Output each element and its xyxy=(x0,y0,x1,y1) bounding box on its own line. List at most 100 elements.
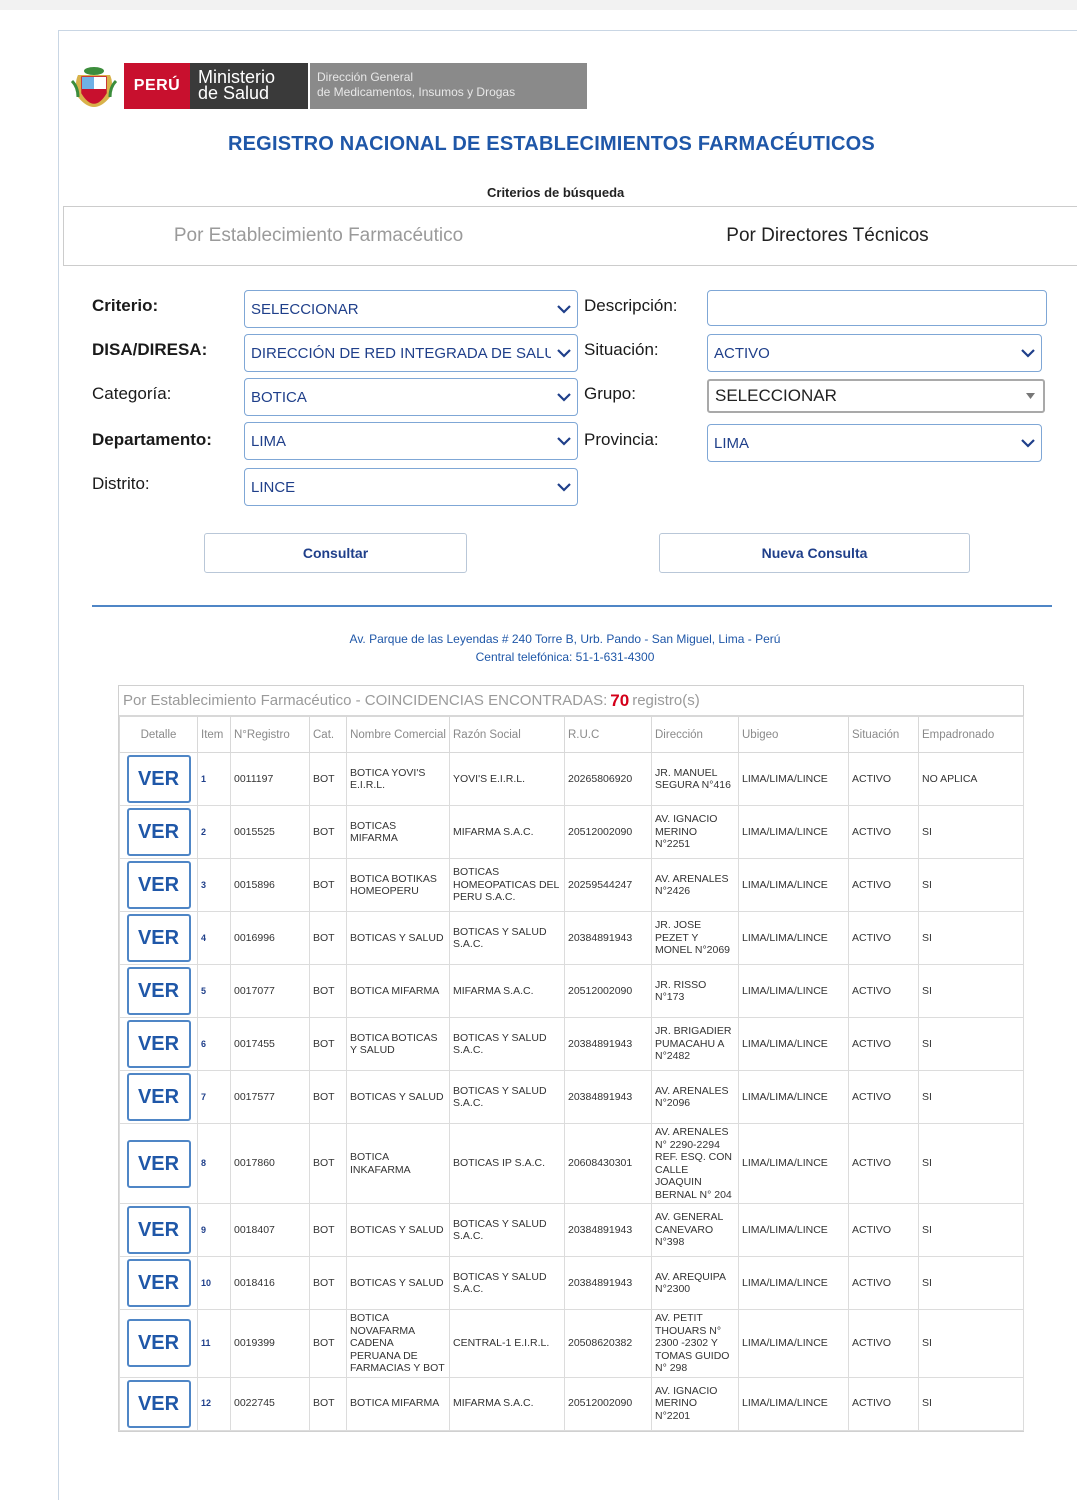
row-ubigeo: LIMA/LIMA/LINCE xyxy=(738,1309,849,1378)
criterio-select[interactable]: SELECCIONAR xyxy=(244,290,578,328)
row-ruc: 20608430301 xyxy=(564,1123,652,1204)
distrito-label: Distrito: xyxy=(92,474,150,493)
row-direccion: AV. IGNACIO MERINO N°2201 xyxy=(651,1376,739,1431)
row-ruc: 20259544247 xyxy=(564,858,652,912)
section-divider xyxy=(92,605,1052,607)
chevron-down-icon xyxy=(1015,348,1041,358)
row-empadronado: SI xyxy=(918,1309,1024,1378)
ver-button[interactable]: Ver xyxy=(126,1073,191,1121)
row-cat: BOT xyxy=(309,805,347,859)
distrito-value: LINCE xyxy=(251,478,296,496)
provincia-select[interactable]: LIMA xyxy=(707,424,1042,462)
row-registro: 0015525 xyxy=(230,805,310,859)
row-detail-cell: Ver xyxy=(119,1309,198,1378)
row-razon: MIFARMA S.A.C. xyxy=(449,964,565,1018)
row-item: 4 xyxy=(197,911,231,965)
table-row: Ver 1 0011197 BOT BOTICA YOVI'S E.I.R.L. YOVI… xyxy=(119,752,1024,806)
col-header: Cat. xyxy=(309,716,347,753)
ver-button[interactable]: Ver xyxy=(126,755,191,803)
row-situacion: ACTIVO xyxy=(848,1123,919,1204)
row-empadronado: SI xyxy=(918,1203,1024,1257)
row-ubigeo: LIMA/LIMA/LINCE xyxy=(738,858,849,912)
grupo-label: Grupo: xyxy=(584,384,636,403)
ver-button[interactable]: Ver xyxy=(126,861,191,909)
departamento-value: LIMA xyxy=(251,432,287,450)
col-header: Item xyxy=(197,716,231,753)
descripcion-input[interactable] xyxy=(707,290,1047,326)
tab-por-directores[interactable]: Por Directores Técnicos xyxy=(573,207,1077,265)
row-razon: BOTICAS HOMEOPATICAS DEL PERU S.A.C. xyxy=(449,858,565,912)
row-razon: BOTICAS Y SALUD S.A.C. xyxy=(449,1256,565,1310)
results-body: Ver 1 0011197 BOT BOTICA YOVI'S E.I.R.L. YOVI… xyxy=(119,752,1024,1431)
ver-button[interactable]: Ver xyxy=(126,808,191,856)
row-razon: MIFARMA S.A.C. xyxy=(449,805,565,859)
chevron-down-icon xyxy=(551,348,577,358)
row-registro: 0019399 xyxy=(230,1309,310,1378)
provincia-value: LIMA xyxy=(714,434,750,452)
row-registro: 0017455 xyxy=(230,1017,310,1071)
ver-button[interactable]: Ver xyxy=(126,967,191,1015)
table-row: Ver 4 0016996 BOT BOTICAS Y SALUD BOTICAS Y S… xyxy=(119,911,1024,965)
row-detail-cell: Ver xyxy=(119,911,198,965)
grupo-select[interactable]: SELECCIONAR xyxy=(707,379,1045,413)
row-empadronado: NO APLICA xyxy=(918,752,1024,806)
chevron-down-icon xyxy=(551,436,577,446)
row-nombre: BOTICAS Y SALUD xyxy=(346,1203,450,1257)
footer-phone: Central telefónica: 51-1-631-4300 xyxy=(475,650,655,664)
results-title-suffix: registro(s) xyxy=(632,692,700,709)
row-registro: 0017577 xyxy=(230,1070,310,1124)
ver-button[interactable]: Ver xyxy=(126,914,191,962)
disa-select[interactable]: DIRECCIÓN DE RED INTEGRADA DE SALUD LIMA… xyxy=(244,334,578,372)
row-cat: BOT xyxy=(309,752,347,806)
departamento-select[interactable]: LIMA xyxy=(244,422,578,460)
row-nombre: BOTICAS Y SALUD xyxy=(346,911,450,965)
ver-button[interactable]: Ver xyxy=(126,1319,191,1368)
row-situacion: ACTIVO xyxy=(848,1017,919,1071)
consultar-button[interactable]: Consultar xyxy=(204,533,467,573)
row-cat: BOT xyxy=(309,1376,347,1431)
row-item: 12 xyxy=(197,1376,231,1431)
situacion-select[interactable]: ACTIVO xyxy=(707,334,1042,372)
row-situacion: ACTIVO xyxy=(848,964,919,1018)
row-ruc: 20512002090 xyxy=(564,1376,652,1431)
row-nombre: BOTICA NOVAFARMA CADENA PERUANA DE FARMA… xyxy=(346,1309,450,1378)
criterio-label: Criterio: xyxy=(92,296,159,315)
row-empadronado: SI xyxy=(918,1017,1024,1071)
row-direccion: AV. ARENALES N°2426 xyxy=(651,858,739,912)
digemid-line1: Dirección General xyxy=(317,70,414,84)
tab-por-establecimiento[interactable]: Por Establecimiento Farmacéutico xyxy=(64,207,573,265)
row-detail-cell: Ver xyxy=(119,1376,198,1431)
row-ubigeo: LIMA/LIMA/LINCE xyxy=(738,911,849,965)
row-ruc: 20384891943 xyxy=(564,911,652,965)
ver-button[interactable]: Ver xyxy=(126,1139,191,1188)
ver-button[interactable]: Ver xyxy=(126,1020,191,1068)
ver-button[interactable]: Ver xyxy=(126,1259,191,1307)
row-situacion: ACTIVO xyxy=(848,1203,919,1257)
ver-button[interactable]: Ver xyxy=(126,1379,191,1428)
categoria-select[interactable]: BOTICA xyxy=(244,378,578,416)
row-registro: 0016996 xyxy=(230,911,310,965)
row-item: 5 xyxy=(197,964,231,1018)
row-direccion: JR. RISSO N°173 xyxy=(651,964,739,1018)
digemid-brand: Dirección General de Medicamentos, Insum… xyxy=(310,63,587,109)
table-row: Ver 9 0018407 BOT BOTICAS Y SALUD BOTICAS Y S… xyxy=(119,1203,1024,1257)
distrito-select[interactable]: LINCE xyxy=(244,468,578,506)
table-row: Ver 6 0017455 BOT BOTICA BOTICAS Y SALUD BOTI… xyxy=(119,1017,1024,1071)
results-title-prefix: Por Establecimiento Farmacéutico - COINC… xyxy=(123,692,608,709)
ver-button[interactable]: Ver xyxy=(126,1206,191,1254)
row-direccion: AV. IGNACIO MERINO N°2251 xyxy=(651,805,739,859)
row-item: 8 xyxy=(197,1123,231,1204)
row-nombre: BOTICA BOTICAS Y SALUD xyxy=(346,1017,450,1071)
row-empadronado: SI xyxy=(918,1256,1024,1310)
row-ubigeo: LIMA/LIMA/LINCE xyxy=(738,752,849,806)
row-empadronado: SI xyxy=(918,1070,1024,1124)
row-registro: 0022745 xyxy=(230,1376,310,1431)
nueva-consulta-button[interactable]: Nueva Consulta xyxy=(659,533,970,573)
row-item: 9 xyxy=(197,1203,231,1257)
row-ruc: 20512002090 xyxy=(564,805,652,859)
row-direccion: JR. JOSE PEZET Y MONEL N°2069 xyxy=(651,911,739,965)
row-ubigeo: LIMA/LIMA/LINCE xyxy=(738,1123,849,1204)
row-nombre: BOTICA MIFARMA xyxy=(346,964,450,1018)
row-item: 3 xyxy=(197,858,231,912)
table-row: Ver 7 0017577 BOT BOTICAS Y SALUD BOTICAS Y S… xyxy=(119,1070,1024,1124)
